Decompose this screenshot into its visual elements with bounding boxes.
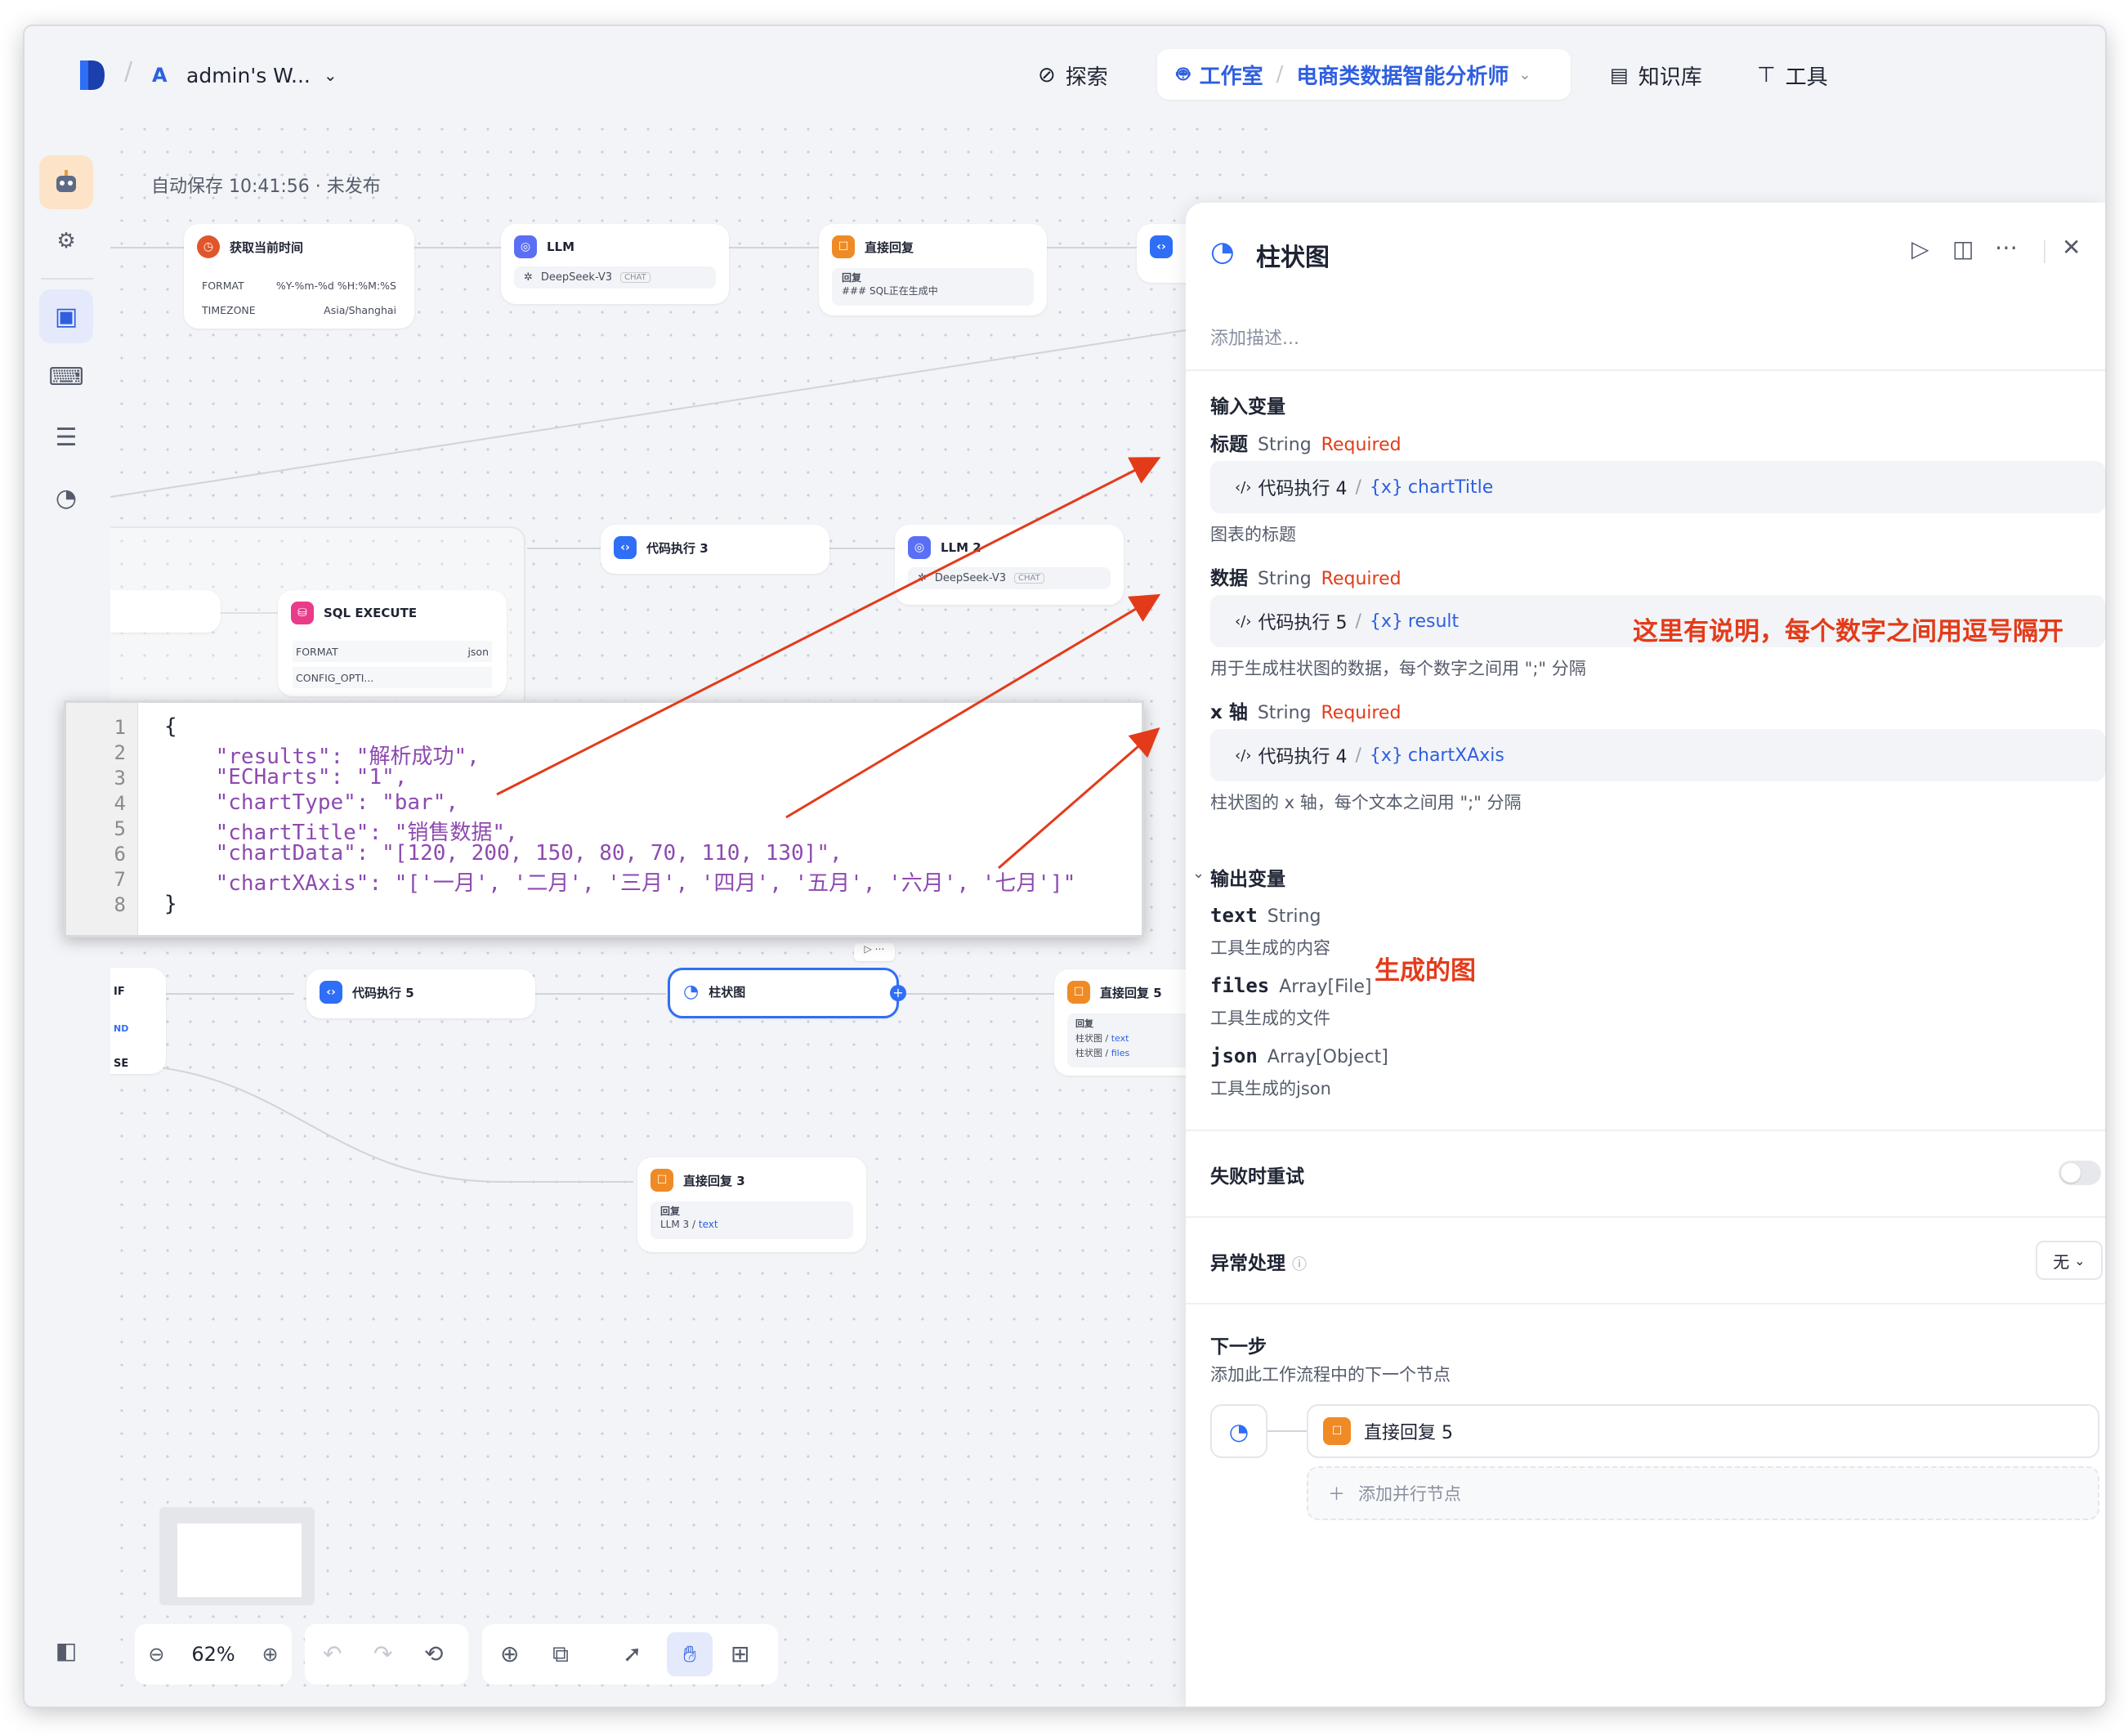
annotation-note-output: 生成的图 bbox=[1375, 956, 1476, 986]
annotation-arrows bbox=[496, 457, 1161, 870]
annotation-note-separator: 这里有说明，每个数字之间用逗号隔开 bbox=[1633, 617, 2063, 647]
app-window: / A admin's W... ⌄ ⊘ 探索 🤖︎ 工作室 / 电商类数据智能分… bbox=[25, 26, 2105, 1707]
